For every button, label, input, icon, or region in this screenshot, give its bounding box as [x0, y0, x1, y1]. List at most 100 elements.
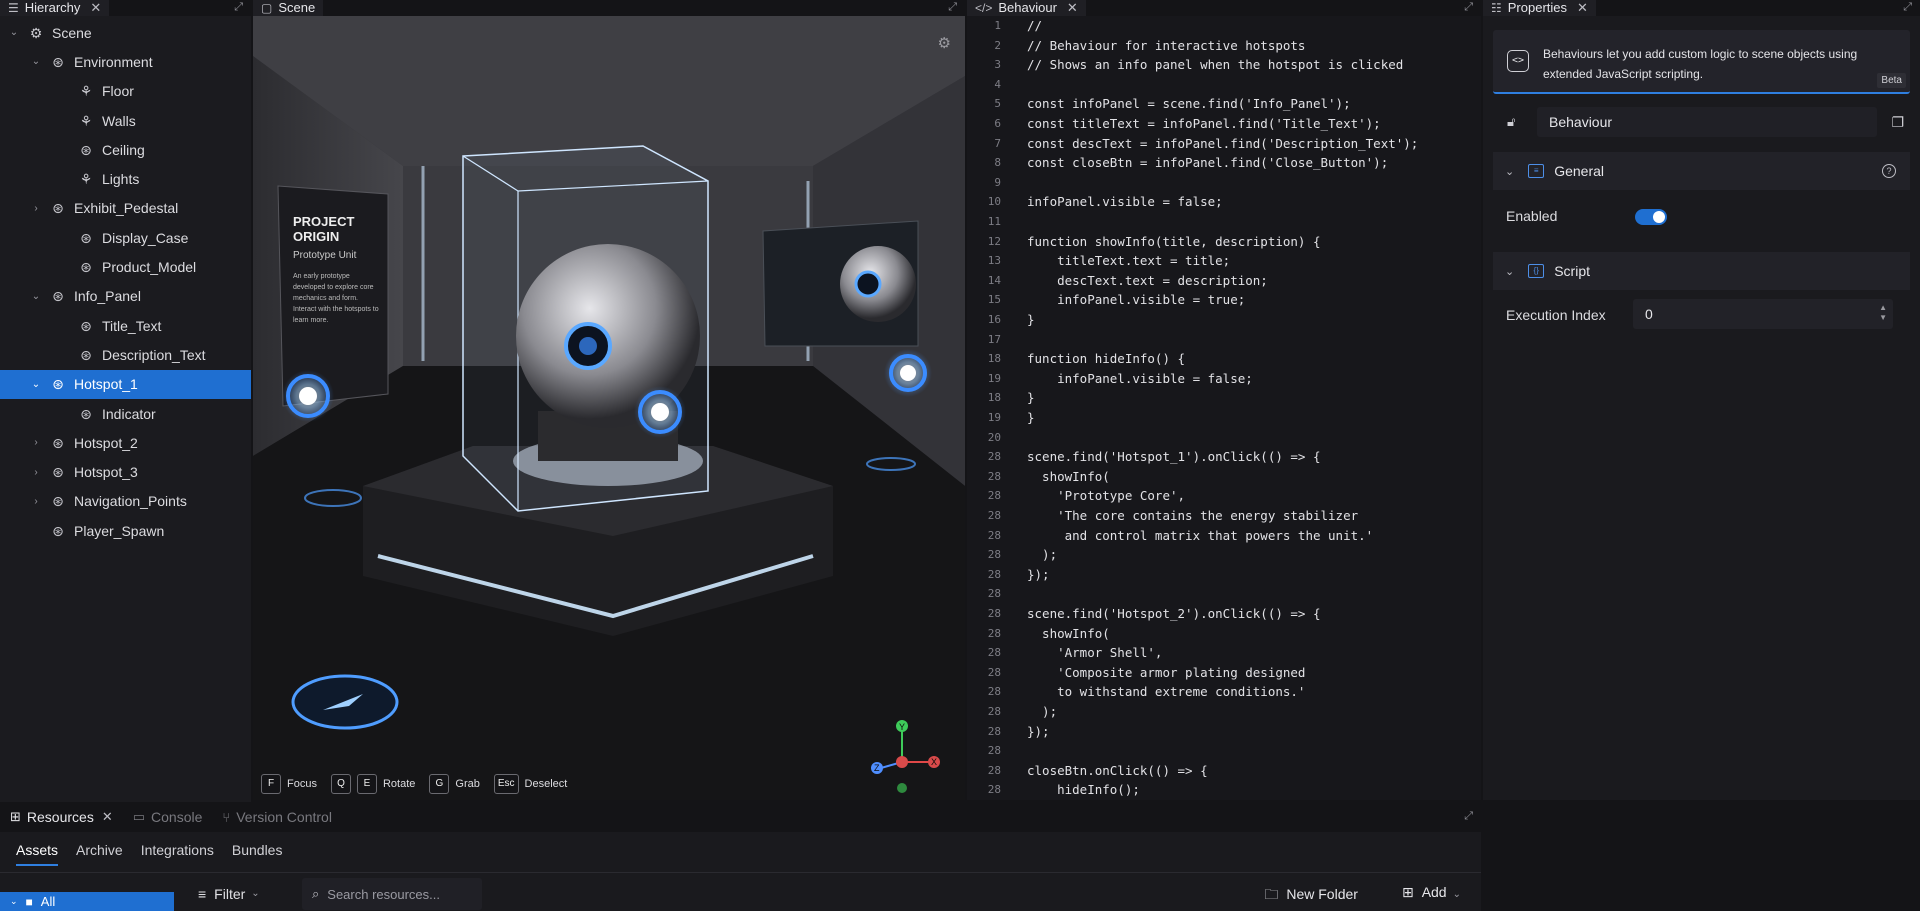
shortcut-label: Rotate: [382, 778, 416, 790]
tab-version-control[interactable]: ⑂ Version Control: [212, 802, 342, 832]
scene-viewport[interactable]: Y X Z PROJECT ORIGIN Prototype Unit An e…: [253, 16, 965, 800]
section-general[interactable]: ⌄ ≡ General ?: [1493, 152, 1910, 190]
hierarchy-node[interactable]: › ⊛ Hotspot_3: [0, 457, 251, 486]
add-icon: ⊞: [1401, 884, 1414, 900]
hotspot-2[interactable]: [634, 386, 686, 438]
code-icon: <>: [1507, 50, 1529, 72]
execution-index-field[interactable]: 0 ▲ ▼: [1633, 299, 1893, 329]
tab-scene[interactable]: ▢ Scene: [253, 0, 324, 16]
code-text: function showInfo(title, description) {: [1027, 233, 1321, 249]
tab-behaviour[interactable]: </> Behaviour ✕: [967, 0, 1086, 16]
tab-behaviour-label: Behaviour: [998, 0, 1057, 15]
line-number: 1: [994, 19, 1001, 32]
lock-icon[interactable]: 🔓︎: [1507, 114, 1515, 130]
expand-icon[interactable]: ⤢: [948, 1, 957, 14]
subtab-integrations[interactable]: Integrations: [141, 842, 214, 866]
line-number: 28: [987, 450, 1001, 464]
enabled-toggle[interactable]: [1635, 209, 1667, 225]
node-icon: ⚘: [79, 112, 93, 129]
properties-panel: ☷ Properties ✕ ⤢ <> Behaviours let you a…: [1483, 0, 1920, 800]
tab-properties[interactable]: ☷ Properties ✕: [1483, 0, 1596, 16]
hierarchy-node[interactable]: ⚘ Floor: [0, 77, 251, 106]
code-line: 14 descText.text = description;: [967, 271, 1481, 291]
code-text: hideInfo();: [1027, 782, 1140, 798]
node-icon: ⊛: [52, 288, 64, 305]
code-line: 19 infoPanel.visible = false;: [967, 369, 1481, 389]
code-text: descText.text = description;: [1027, 272, 1268, 288]
hierarchy-node[interactable]: ⌄ ⊛ Hotspot_1: [0, 369, 251, 399]
expand-icon[interactable]: ⤢: [1903, 1, 1912, 14]
hierarchy-node[interactable]: ⊛ Product_Model: [0, 252, 251, 281]
line-number: 15: [987, 293, 1001, 307]
subtab-assets[interactable]: Assets: [16, 842, 59, 866]
hotspot-3[interactable]: [884, 349, 932, 397]
enabled-label: Enabled: [1506, 208, 1558, 224]
chevron-right-icon[interactable]: ›: [30, 437, 42, 448]
hierarchy-node[interactable]: › ⊛ Navigation_Points: [0, 487, 251, 516]
close-icon[interactable]: ✕: [90, 0, 101, 16]
hierarchy-node[interactable]: ⌄ ⊛ Environment: [0, 47, 251, 76]
expand-icon[interactable]: ⤢: [1464, 810, 1473, 823]
node-icon: ⊛: [80, 229, 92, 246]
chevron-right-icon[interactable]: ›: [30, 203, 42, 214]
close-icon[interactable]: ✕: [102, 809, 113, 825]
hierarchy-node[interactable]: ⊛ Player_Spawn: [0, 516, 251, 545]
code-text: showInfo(: [1027, 625, 1110, 641]
folder-plus-icon: 🗀︎: [1264, 886, 1279, 902]
tab-hierarchy[interactable]: ☰ Hierarchy ✕: [0, 0, 110, 16]
code-line: 8 const closeBtn = infoPanel.find('Close_…: [967, 153, 1481, 173]
hierarchy-node[interactable]: ⊛ Title_Text: [0, 311, 251, 340]
close-icon[interactable]: ✕: [1577, 0, 1588, 16]
line-number: 2: [994, 38, 1001, 52]
close-icon[interactable]: ✕: [1067, 0, 1078, 16]
hotspot-1[interactable]: [282, 370, 334, 422]
tab-console[interactable]: ▭ Console: [123, 802, 213, 832]
code-line: 28});: [967, 565, 1481, 585]
code-line: 28 hideInfo();: [967, 780, 1481, 800]
code-text: 'Prototype Core',: [1027, 488, 1186, 504]
chevron-down-icon[interactable]: ⌄: [30, 56, 42, 67]
stepper-icon[interactable]: ▲ ▼: [1879, 303, 1887, 323]
hierarchy-node[interactable]: ⊛ Indicator: [0, 399, 251, 428]
hierarchy-node[interactable]: ⚘ Lights: [0, 164, 251, 193]
subtab-bundles[interactable]: Bundles: [232, 842, 283, 866]
section-script[interactable]: ⌄ {} Script: [1493, 252, 1910, 290]
gear-icon[interactable]: ⚙: [938, 34, 951, 52]
hierarchy-node[interactable]: ⌄ ⚙ Scene: [0, 18, 251, 47]
search-input[interactable]: [327, 886, 468, 902]
hierarchy-node[interactable]: ⊛ Description_Text: [0, 340, 251, 369]
code-editor[interactable]: 1 // 2 // Behaviour for interactive hotspot…: [967, 16, 1481, 800]
hierarchy-node[interactable]: ⊛ Ceiling: [0, 135, 251, 164]
code-line: 28 scene.find('Hotspot_1').onClick(() => …: [967, 447, 1481, 467]
line-number: 28: [987, 665, 1001, 679]
hierarchy-node-label: Ceiling: [102, 141, 145, 158]
hierarchy-node[interactable]: ⊛ Display_Case: [0, 223, 251, 252]
chevron-down-icon[interactable]: ⌄: [8, 27, 20, 38]
expand-icon[interactable]: ⤢: [234, 1, 243, 14]
subtab-archive[interactable]: Archive: [76, 842, 123, 866]
component-name-field[interactable]: Behaviour: [1537, 107, 1877, 137]
hierarchy-node[interactable]: › ⊛ Exhibit_Pedestal: [0, 194, 251, 223]
scene-render: Y X Z: [253, 16, 965, 800]
hierarchy-node[interactable]: ⌄ ⊛ Info_Panel: [0, 282, 251, 311]
expand-icon[interactable]: ⤢: [1464, 1, 1473, 14]
hierarchy-node[interactable]: › ⊛ Hotspot_2: [0, 428, 251, 457]
code-line: 18 function hideInfo() {: [967, 349, 1481, 369]
add-button[interactable]: ⊞ Add ⌄: [1402, 884, 1461, 908]
code-line: 28 );: [967, 545, 1481, 565]
code-text: 'Armor Shell',: [1027, 645, 1163, 661]
filter-button[interactable]: ≡ Filter ⌄: [198, 886, 260, 902]
divider: [0, 872, 1481, 873]
chevron-down-icon[interactable]: ⌄: [30, 291, 42, 302]
tab-resources[interactable]: ⊞ Resources ✕: [0, 802, 123, 832]
copy-icon[interactable]: ❐: [1891, 114, 1904, 131]
chevron-right-icon[interactable]: ›: [30, 467, 42, 478]
code-line: 3 // Shows an info panel when the hotspot…: [967, 55, 1481, 75]
info-banner: <> Behaviours let you add custom logic t…: [1493, 30, 1910, 94]
help-icon[interactable]: ?: [1882, 164, 1896, 178]
chevron-right-icon[interactable]: ›: [30, 496, 42, 507]
hierarchy-node[interactable]: ⚘ Walls: [0, 106, 251, 135]
folder-all[interactable]: ⌄ ■ All: [0, 892, 174, 911]
new-folder-button[interactable]: 🗀︎ New Folder: [1264, 884, 1358, 908]
chevron-down-icon[interactable]: ⌄: [30, 379, 42, 390]
